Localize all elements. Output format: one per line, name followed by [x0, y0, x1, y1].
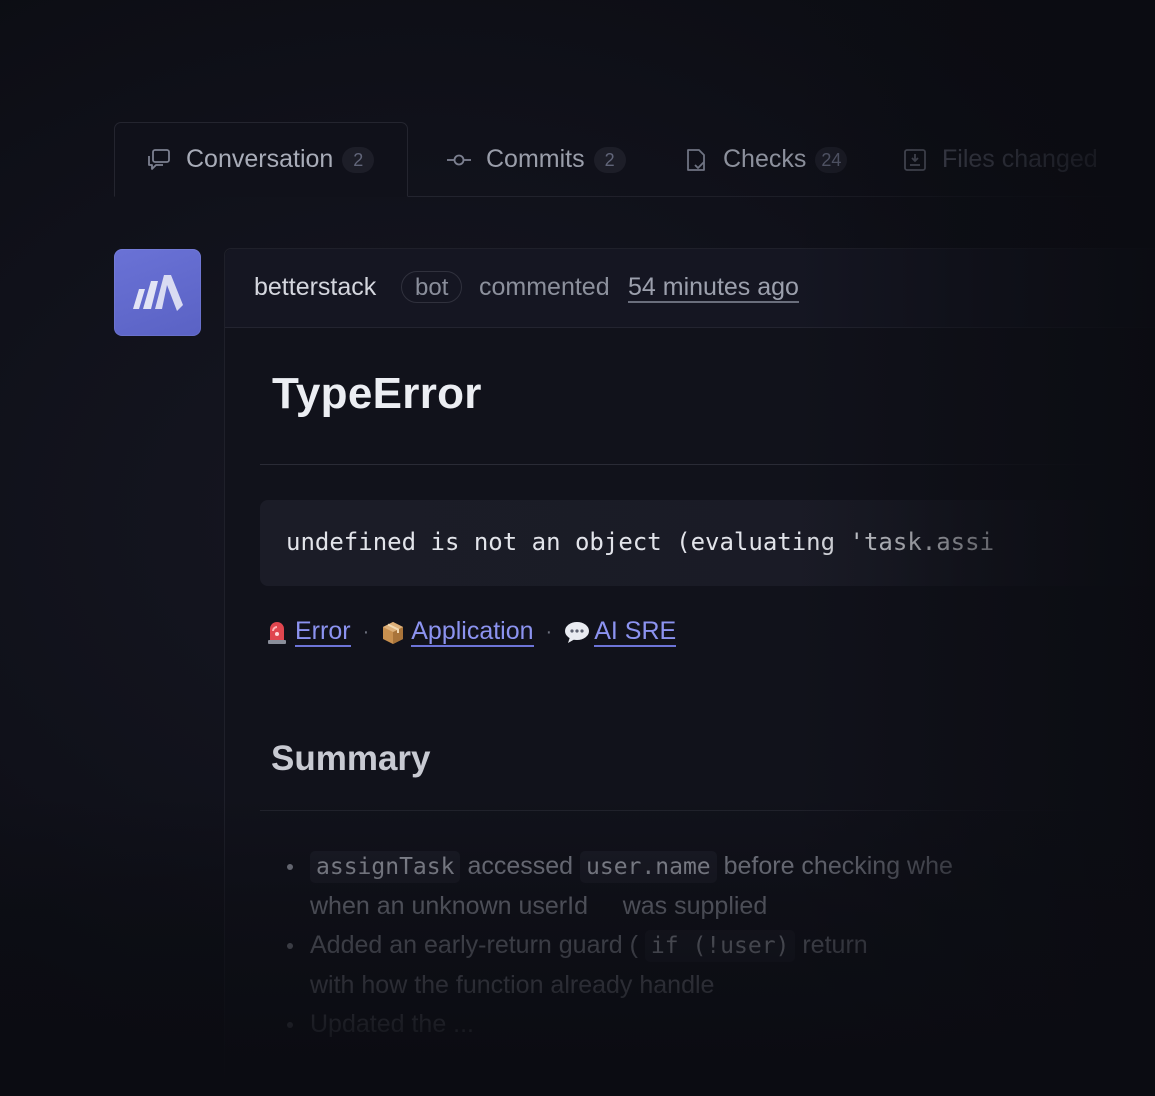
ai-sre-link[interactable]: AI SRE [594, 617, 677, 647]
tab-checks[interactable]: Checks 24 [683, 122, 848, 197]
avatar[interactable] [114, 249, 201, 336]
list-item: assignTask accessed user.name before che… [285, 847, 1145, 887]
betterstack-logo-icon [133, 275, 183, 311]
list-item-continuation: with how the function already handle [285, 966, 1145, 1005]
list-item-continuation: when an unknown userId was supplied [285, 887, 1145, 926]
error-title: TypeError [272, 369, 482, 418]
tab-commits-count: 2 [593, 146, 626, 173]
tab-files-changed-label: Files changed [942, 145, 1098, 173]
checks-icon [683, 147, 709, 173]
list-item-text: was supplied [622, 892, 768, 920]
link-separator: · [362, 620, 370, 643]
list-item-text: with how the function already handle [310, 971, 715, 999]
comment-timestamp-link[interactable]: 54 minutes ago [628, 273, 799, 303]
error-link[interactable]: Error [295, 617, 351, 647]
tab-commits-label: Commits [486, 145, 585, 173]
siren-icon [265, 619, 289, 645]
error-code-block: undefined is not an object (evaluating '… [260, 500, 1155, 586]
pull-request-view: Conversation 2 Commits 2 Checks 24 Files… [0, 0, 1155, 1096]
file-diff-icon [902, 147, 928, 173]
comment-action: commented [479, 273, 610, 301]
comment-card: betterstack bot commented 54 minutes ago… [224, 248, 1155, 1096]
inline-code: user.name [580, 851, 717, 883]
pr-tab-bar: Conversation 2 Commits 2 Checks 24 Files… [114, 122, 1155, 198]
list-item: Updated the ... [285, 1005, 1145, 1044]
conversation-icon [146, 147, 172, 173]
comment-author[interactable]: betterstack [254, 273, 376, 302]
list-item-text: before checking whe [723, 852, 953, 880]
bot-badge: bot [401, 271, 463, 303]
package-icon [381, 619, 405, 645]
tab-files-changed[interactable]: Files changed [902, 122, 1098, 197]
summary-heading: Summary [271, 739, 431, 778]
link-separator: · [545, 620, 553, 643]
list-item-text: return [802, 931, 868, 959]
error-message: undefined is not an object (evaluating '… [286, 528, 995, 556]
comment-header: betterstack bot commented 54 minutes ago [225, 249, 1155, 328]
tab-conversation-count: 2 [342, 146, 375, 173]
list-item-text: Added an early-return guard ( [310, 931, 638, 959]
list-item: Added an early-return guard ( if (!user)… [285, 926, 1145, 966]
tab-conversation[interactable]: Conversation 2 [114, 122, 408, 197]
summary-divider [260, 810, 1120, 811]
tab-checks-label: Checks [723, 145, 807, 173]
tab-commits[interactable]: Commits 2 [446, 122, 626, 197]
commit-icon [446, 147, 472, 173]
comment-link-row: Error · Application · AI SRE [265, 617, 677, 647]
application-link[interactable]: Application [411, 617, 534, 647]
title-divider [260, 464, 1120, 465]
list-item-text: Updated the ... [310, 1010, 475, 1038]
inline-code: if (!user) [644, 930, 796, 962]
list-item-text: when an unknown userId [310, 892, 588, 920]
tab-conversation-label: Conversation [186, 145, 334, 173]
inline-code: assignTask [310, 851, 461, 883]
list-item-text: accessed [467, 852, 574, 880]
speech-bubble-icon [564, 619, 590, 645]
summary-list: assignTask accessed user.name before che… [285, 847, 1145, 1044]
tab-checks-count: 24 [815, 146, 848, 173]
